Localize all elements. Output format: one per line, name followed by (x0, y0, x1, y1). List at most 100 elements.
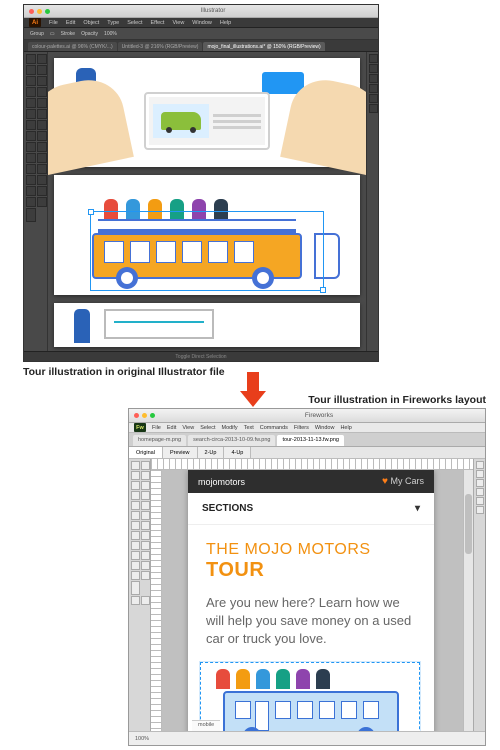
text-tool-icon[interactable] (141, 531, 150, 540)
menu-view[interactable]: View (182, 425, 194, 431)
menu-edit[interactable]: Edit (167, 425, 176, 431)
stroke-panel-icon[interactable] (369, 74, 378, 83)
marquee-tool-icon[interactable] (131, 481, 140, 490)
subselect-tool-icon[interactable] (141, 461, 150, 470)
shape-builder-tool-icon[interactable] (26, 142, 36, 152)
paintbrush-tool-icon[interactable] (26, 98, 36, 108)
close-icon[interactable] (29, 9, 34, 14)
ruler-vertical[interactable] (151, 470, 162, 731)
vertical-scrollbar[interactable] (463, 470, 473, 731)
magic-wand-tool-icon[interactable] (26, 65, 36, 75)
minimize-icon[interactable] (142, 413, 147, 418)
perspective-tool-icon[interactable] (37, 142, 47, 152)
gradient-panel-icon[interactable] (369, 84, 378, 93)
free-transform-tool-icon[interactable] (37, 131, 47, 141)
slice-tool-icon[interactable] (141, 551, 150, 560)
doc-tab-2[interactable]: tour-2013-11-13.fw.png (277, 435, 343, 446)
knife-tool-icon[interactable] (141, 541, 150, 550)
menu-filters[interactable]: Filters (294, 425, 309, 431)
menu-window[interactable]: Window (315, 425, 335, 431)
doc-tab-0[interactable]: colour-palettes.ai @ 96% (CMYK/...) (28, 42, 117, 51)
doc-tab-1[interactable]: search-circa-2013-10-09.fw.png (188, 435, 275, 446)
pages-panel-icon[interactable] (476, 470, 484, 478)
mobile-layout-artboard[interactable]: mojomotors ♥ My Cars SECTIONS ▾ THE MOJO… (188, 470, 434, 731)
rectangle-tool-icon[interactable] (131, 531, 140, 540)
rectangle-tool-icon[interactable] (37, 87, 47, 97)
line-tool-icon[interactable] (26, 87, 36, 97)
menu-window[interactable]: Window (192, 20, 212, 26)
states-panel-icon[interactable] (476, 488, 484, 496)
direct-select-tool-icon[interactable] (37, 54, 47, 64)
menu-commands[interactable]: Commands (260, 425, 288, 431)
mesh-tool-icon[interactable] (26, 153, 36, 163)
zoom-icon[interactable] (45, 9, 50, 14)
pen-tool-icon[interactable] (141, 521, 150, 530)
menu-view[interactable]: View (172, 20, 184, 26)
gradient-tool-icon[interactable] (37, 153, 47, 163)
magic-wand-tool-icon[interactable] (131, 491, 140, 500)
layers-panel-icon[interactable] (369, 94, 378, 103)
fill-stroke-swatch-icon[interactable] (131, 581, 140, 595)
eraser-tool-icon[interactable] (141, 501, 150, 510)
zoom-tool-icon[interactable] (141, 596, 150, 605)
optimize-panel-icon[interactable] (476, 461, 484, 469)
pencil-tool-icon[interactable] (131, 501, 140, 510)
ruler-horizontal[interactable] (151, 459, 473, 470)
column-graph-tool-icon[interactable] (37, 175, 47, 185)
artboard-bus-illustration[interactable] (54, 175, 360, 295)
menu-file[interactable]: File (152, 425, 161, 431)
minimize-icon[interactable] (37, 9, 42, 14)
blur-tool-icon[interactable] (131, 511, 140, 520)
mode-preview[interactable]: Preview (163, 447, 198, 458)
selection-tool-icon[interactable] (26, 54, 36, 64)
mode-2up[interactable]: 2-Up (198, 447, 225, 458)
width-tool-icon[interactable] (26, 131, 36, 141)
fill-stroke-icon[interactable] (26, 208, 36, 222)
symbol-sprayer-tool-icon[interactable] (26, 175, 36, 185)
menu-file[interactable]: File (49, 20, 58, 26)
zoom-tool-icon[interactable] (37, 197, 47, 207)
menu-edit[interactable]: Edit (66, 20, 75, 26)
hotspot-tool-icon[interactable] (131, 551, 140, 560)
doc-tab-0[interactable]: homepage-m.png (133, 435, 186, 446)
brush-tool-icon[interactable] (141, 491, 150, 500)
scale-tool-icon[interactable] (37, 120, 47, 130)
rotate-tool-icon[interactable] (26, 120, 36, 130)
menu-modify[interactable]: Modify (221, 425, 237, 431)
scrollbar-thumb[interactable] (465, 494, 472, 554)
hide-slices-icon[interactable] (131, 561, 140, 570)
pointer-tool-icon[interactable] (131, 461, 140, 470)
menu-effect[interactable]: Effect (151, 20, 165, 26)
mode-4up[interactable]: 4-Up (224, 447, 251, 458)
menu-object[interactable]: Object (83, 20, 99, 26)
menu-select[interactable]: Select (127, 20, 142, 26)
pencil-tool-icon[interactable] (37, 98, 47, 108)
pen-tool-icon[interactable] (26, 76, 36, 86)
color-panel-icon[interactable] (369, 54, 378, 63)
doc-tab-2[interactable]: mojo_final_illustrations.ai* @ 150% (RGB… (203, 42, 324, 51)
artboard-presenter-illustration[interactable] (54, 303, 360, 347)
hand-tool-icon[interactable] (26, 197, 36, 207)
lasso-tool-icon[interactable] (141, 481, 150, 490)
rubber-stamp-tool-icon[interactable] (141, 511, 150, 520)
illustrator-canvas[interactable] (48, 52, 366, 351)
menu-select[interactable]: Select (200, 425, 215, 431)
close-icon[interactable] (134, 413, 139, 418)
type-tool-icon[interactable] (37, 76, 47, 86)
zoom-icon[interactable] (150, 413, 155, 418)
menu-help[interactable]: Help (220, 20, 231, 26)
scale-tool-icon[interactable] (131, 471, 140, 480)
sections-dropdown[interactable]: SECTIONS ▾ (188, 493, 434, 525)
appearance-panel-icon[interactable] (369, 104, 378, 113)
eraser-tool-icon[interactable] (37, 109, 47, 119)
hand-tool-icon[interactable] (131, 596, 140, 605)
styles-panel-icon[interactable] (476, 506, 484, 514)
freeform-tool-icon[interactable] (131, 541, 140, 550)
paint-bucket-tool-icon[interactable] (141, 571, 150, 580)
menu-type[interactable]: Type (107, 20, 119, 26)
blob-brush-tool-icon[interactable] (26, 109, 36, 119)
eyedropper-tool-icon[interactable] (26, 164, 36, 174)
fireworks-canvas[interactable]: mojomotors ♥ My Cars SECTIONS ▾ THE MOJO… (162, 470, 463, 731)
menu-help[interactable]: Help (340, 425, 351, 431)
layers-panel-icon[interactable] (476, 479, 484, 487)
